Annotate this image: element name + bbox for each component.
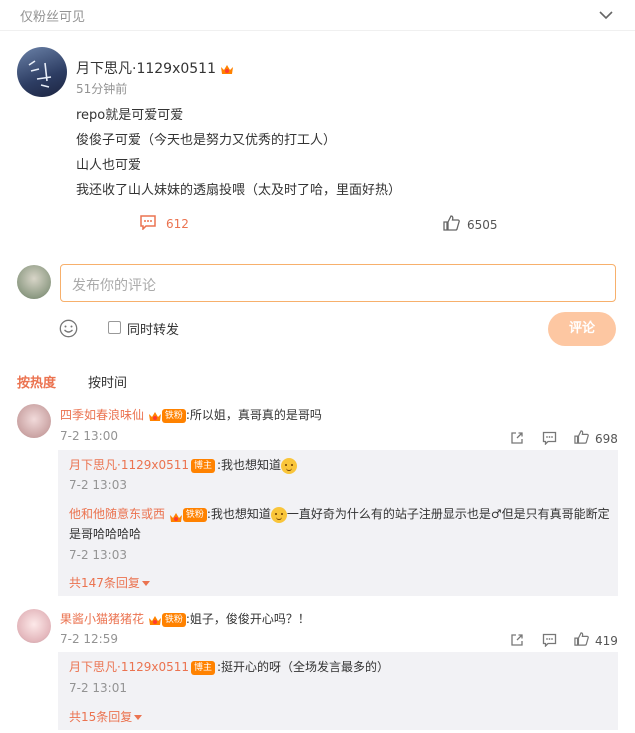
like-button[interactable]: 419 xyxy=(574,631,618,650)
post-line: 我还收了山人妹妹的透扇投喂（太及时了哈，里面好热） xyxy=(76,183,402,198)
comment-input[interactable]: 发布你的评论 xyxy=(60,264,616,302)
reply-time: 7-2 13:01 xyxy=(69,681,127,695)
reply-list: 月下思凡·1129x0511 博主:挺开心的呀（全场发言最多的） 7-2 13:0… xyxy=(58,652,618,730)
like-icon xyxy=(574,631,589,650)
reply-text: :挺开心的呀（全场发言最多的） xyxy=(217,660,390,674)
post-author-name[interactable]: 月下思凡·1129x0511 xyxy=(76,61,216,77)
crown-icon xyxy=(148,410,162,422)
comment-input-placeholder: 发布你的评论 xyxy=(72,278,156,294)
reply: 他和他随意东或西 铁粉:我也想知道 一直好奇为什么有的站子注册显示也是♂但是只有真… xyxy=(69,504,614,544)
host-badge: 博主 xyxy=(191,660,216,675)
reply: 月下思凡·1129x0511 博主:我也想知道 xyxy=(69,456,298,474)
comment-time: 7-2 13:00 xyxy=(60,429,118,443)
comment-icon[interactable] xyxy=(542,430,557,446)
comment-button[interactable]: 612 xyxy=(139,214,189,234)
emoji-icon xyxy=(281,457,298,474)
more-replies-link[interactable]: 共15条回复 xyxy=(69,708,143,725)
tab-hot[interactable]: 按热度 xyxy=(17,372,56,391)
reply-user[interactable]: 月下思凡·1129x0511 xyxy=(69,660,189,674)
like-count: 419 xyxy=(595,633,618,648)
my-avatar[interactable] xyxy=(17,265,51,299)
more-replies-link[interactable]: 共147条回复 xyxy=(69,574,150,591)
comment-user[interactable]: 果酱小猫猪猪花 xyxy=(60,612,144,626)
reply-text: :我也想知道 xyxy=(206,507,271,521)
more-replies-label: 共15条回复 xyxy=(69,710,133,724)
reply-user[interactable]: 月下思凡·1129x0511 xyxy=(69,458,189,472)
share-icon[interactable] xyxy=(510,430,524,444)
reply-user[interactable]: 他和他随意东或西 xyxy=(69,507,165,521)
comment: 果酱小猫猪猪花 铁粉:姐子，俊俊开心吗？！ xyxy=(60,610,310,627)
fan-badge: 铁粉 xyxy=(161,612,186,627)
post-line: 山人也可爱 xyxy=(76,158,142,173)
like-icon xyxy=(443,215,460,235)
submit-button[interactable]: 评论 xyxy=(548,312,616,346)
reply-list: 月下思凡·1129x0511 博主:我也想知道 7-2 13:03 他和他随意东或… xyxy=(58,450,618,596)
host-badge: 博主 xyxy=(191,458,216,473)
like-button[interactable]: 6505 xyxy=(443,215,498,235)
reply-time: 7-2 13:03 xyxy=(69,478,127,492)
crown-icon xyxy=(220,63,234,75)
like-icon xyxy=(574,429,589,448)
caret-down-icon xyxy=(134,715,143,720)
post-body: repo就是可爱可爱 俊俊子可爱（今天也是努力又优秀的打工人） 山人也可爱 我还… xyxy=(76,103,401,203)
comment-text: :姐子，俊俊开心吗？！ xyxy=(185,612,310,626)
like-count: 6505 xyxy=(467,218,498,232)
crown-icon xyxy=(148,614,162,626)
chevron-down-icon[interactable] xyxy=(598,6,614,20)
like-button[interactable]: 698 xyxy=(574,429,618,448)
comment-text: :所以姐，真哥真的是哥吗 xyxy=(185,408,322,422)
reply-text: :我也想知道 xyxy=(217,458,282,472)
tab-time[interactable]: 按时间 xyxy=(88,372,127,391)
comment-icon[interactable] xyxy=(542,632,557,648)
post-line: 俊俊子可爱（今天也是努力又优秀的打工人） xyxy=(76,133,337,148)
visibility-label: 仅粉丝可见 xyxy=(20,10,86,25)
divider xyxy=(0,30,635,31)
more-replies-label: 共147条回复 xyxy=(69,576,140,590)
comment-user[interactable]: 四季如春浪味仙 xyxy=(60,408,144,422)
emoji-icon xyxy=(270,506,287,523)
comment-count: 612 xyxy=(166,217,189,231)
reply-time: 7-2 13:03 xyxy=(69,548,127,562)
reply: 月下思凡·1129x0511 博主:挺开心的呀（全场发言最多的） xyxy=(69,658,389,675)
comment: 四季如春浪味仙 铁粉:所以姐，真哥真的是哥吗 xyxy=(60,406,322,423)
avatar[interactable] xyxy=(17,404,51,438)
repost-label: 同时转发 xyxy=(127,323,180,338)
fan-badge: 铁粉 xyxy=(182,507,207,522)
share-icon[interactable] xyxy=(510,632,524,646)
fan-badge: 铁粉 xyxy=(161,408,186,423)
caret-down-icon xyxy=(141,581,150,586)
crown-icon xyxy=(169,509,183,522)
author-avatar[interactable] xyxy=(17,47,67,97)
like-count: 698 xyxy=(595,431,618,446)
checkbox-icon[interactable] xyxy=(108,321,121,334)
comment-icon xyxy=(139,214,157,234)
post-time: 51分钟前 xyxy=(76,82,128,96)
emoji-icon[interactable] xyxy=(59,319,78,338)
post-line: repo就是可爱可爱 xyxy=(76,108,184,123)
avatar[interactable] xyxy=(17,609,51,643)
comment-time: 7-2 12:59 xyxy=(60,632,118,646)
